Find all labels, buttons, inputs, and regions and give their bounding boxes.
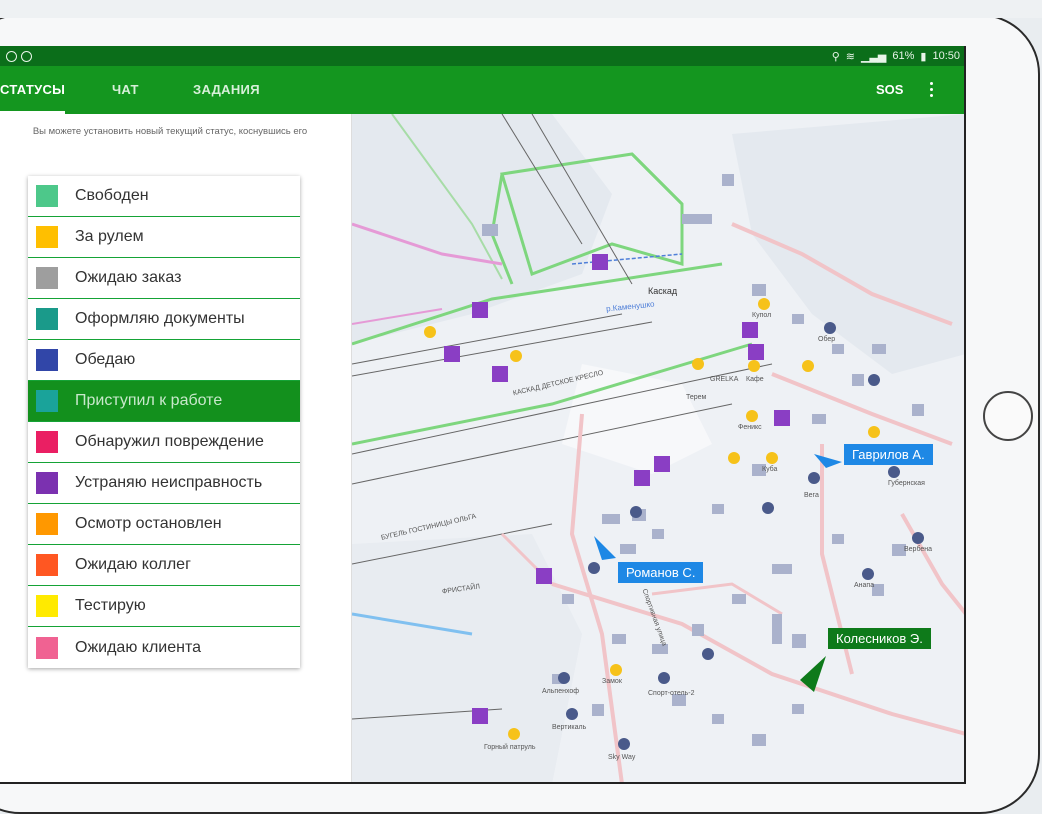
status-color-swatch — [36, 308, 58, 330]
map-label-sky-way: Sky Way — [608, 754, 636, 761]
wifi-icon: ≋ — [845, 50, 855, 63]
system-status-bar: ⚲ ≋ ▁▃▅ 61% ▮ 10:50 — [0, 46, 964, 66]
app-bar: СТАТУСЫ ЧАТ ЗАДАНИЯ SOS — [0, 66, 964, 114]
globe-icon — [6, 50, 17, 62]
status-label: Ожидаю клиента — [75, 638, 201, 656]
map-label-cafe: Кафе — [746, 376, 764, 383]
status-color-swatch — [36, 390, 58, 412]
status-color-swatch — [36, 185, 58, 207]
status-item[interactable]: Ожидаю коллег — [28, 545, 300, 586]
status-color-swatch — [36, 267, 58, 289]
status-item[interactable]: Обедаю — [28, 340, 300, 381]
employee-marker-romanov[interactable]: Романов С. — [618, 562, 704, 583]
map-label-cascade: Каскад — [648, 286, 678, 296]
status-label: Осмотр остановлен — [75, 515, 222, 532]
map-view[interactable]: Каскад р.Каменушко КАСКАД ДЕТСКОЕ КРЕСЛО… — [352, 114, 964, 782]
app-screen: ⚲ ≋ ▁▃▅ 61% ▮ 10:50 СТАТУСЫ ЧАТ ЗАДАНИЯ … — [0, 46, 966, 784]
status-label: Устраняю неисправность — [75, 474, 263, 491]
map-label-kuba: Куба — [762, 466, 778, 473]
battery-icon: ▮ — [920, 50, 927, 63]
status-list: Свободен За рулем Ожидаю заказ Оформляю док… — [28, 176, 300, 668]
status-color-swatch — [36, 636, 58, 659]
status-item[interactable]: Тестирую — [28, 586, 300, 627]
status-color-swatch — [36, 513, 58, 535]
map-label-verbena: Вербена — [904, 546, 933, 553]
map-label-grelka: GRELKA — [710, 376, 739, 383]
top-background — [0, 0, 1042, 18]
status-color-swatch — [36, 472, 58, 494]
status-label: Обедаю — [75, 351, 136, 368]
status-label: Тестирую — [75, 597, 146, 614]
map-label-gorny: Горный патруль — [484, 744, 536, 751]
status-item[interactable]: Осмотр остановлен — [28, 504, 300, 545]
map-label-ober: Обер — [818, 336, 836, 343]
battery-level: 61% — [892, 50, 915, 62]
status-item[interactable]: Устраняю неисправность — [28, 463, 300, 504]
map-label-sportotel: Спорт-отель-2 — [648, 690, 695, 697]
status-panel: Вы можете установить новый текущий стату… — [0, 114, 352, 782]
status-item[interactable]: Оформляю документы — [28, 299, 300, 340]
overflow-menu-icon[interactable] — [928, 82, 934, 100]
status-item[interactable]: Ожидаю заказ — [28, 258, 300, 299]
status-color-swatch — [36, 226, 58, 248]
status-label: Свободен — [75, 187, 149, 204]
clock: 10:50 — [932, 50, 960, 62]
map-label-anapa: Анапа — [854, 582, 875, 589]
status-label: Оформляю документы — [75, 310, 245, 327]
signal-icon: ▁▃▅ — [860, 50, 887, 63]
status-item[interactable]: Свободен — [28, 176, 300, 217]
status-label: За рулем — [75, 228, 144, 245]
map-label-vertigal: Вертикаль — [552, 724, 587, 731]
status-item[interactable]: За рулем — [28, 217, 300, 258]
status-label: Ожидаю коллег — [75, 556, 191, 573]
tab-tasks[interactable]: ЗАДАНИЯ — [193, 66, 260, 114]
map-label-zamok: Замок — [602, 678, 622, 685]
employee-marker-kolesnikov[interactable]: Колесников Э. — [828, 628, 931, 649]
tab-chat[interactable]: ЧАТ — [112, 66, 139, 114]
status-color-swatch — [36, 349, 58, 371]
map-label-feniks: Феникс — [738, 424, 762, 431]
tab-statuses[interactable]: СТАТУСЫ — [0, 66, 66, 114]
location-icon: ⚲ — [831, 50, 840, 63]
info-icon — [21, 50, 32, 62]
map-label-kupol: Купол — [752, 312, 772, 319]
map-label-gubernskaya: Губернская — [888, 480, 925, 487]
sos-button[interactable]: SOS — [876, 66, 903, 114]
map-label-alpenhof: Альпенхоф — [542, 688, 580, 695]
status-label: Ожидаю заказ — [75, 269, 182, 286]
status-item[interactable]: Ожидаю клиента — [28, 627, 300, 668]
map-label-terem: Терем — [686, 394, 707, 401]
map-label-vega: Вега — [804, 492, 819, 499]
home-button[interactable] — [983, 391, 1033, 441]
status-color-swatch — [36, 595, 58, 617]
status-label: Обнаружил повреждение — [75, 433, 264, 450]
status-item[interactable]: Обнаружил повреждение — [28, 422, 300, 463]
status-hint: Вы можете установить новый текущий стату… — [32, 126, 308, 137]
status-label: Приступил к работе — [75, 392, 223, 409]
status-item[interactable]: Приступил к работе — [28, 381, 300, 422]
status-color-swatch — [36, 431, 58, 453]
employee-marker-gavrilov[interactable]: Гаврилов А. — [844, 444, 933, 465]
status-color-swatch — [36, 554, 58, 576]
